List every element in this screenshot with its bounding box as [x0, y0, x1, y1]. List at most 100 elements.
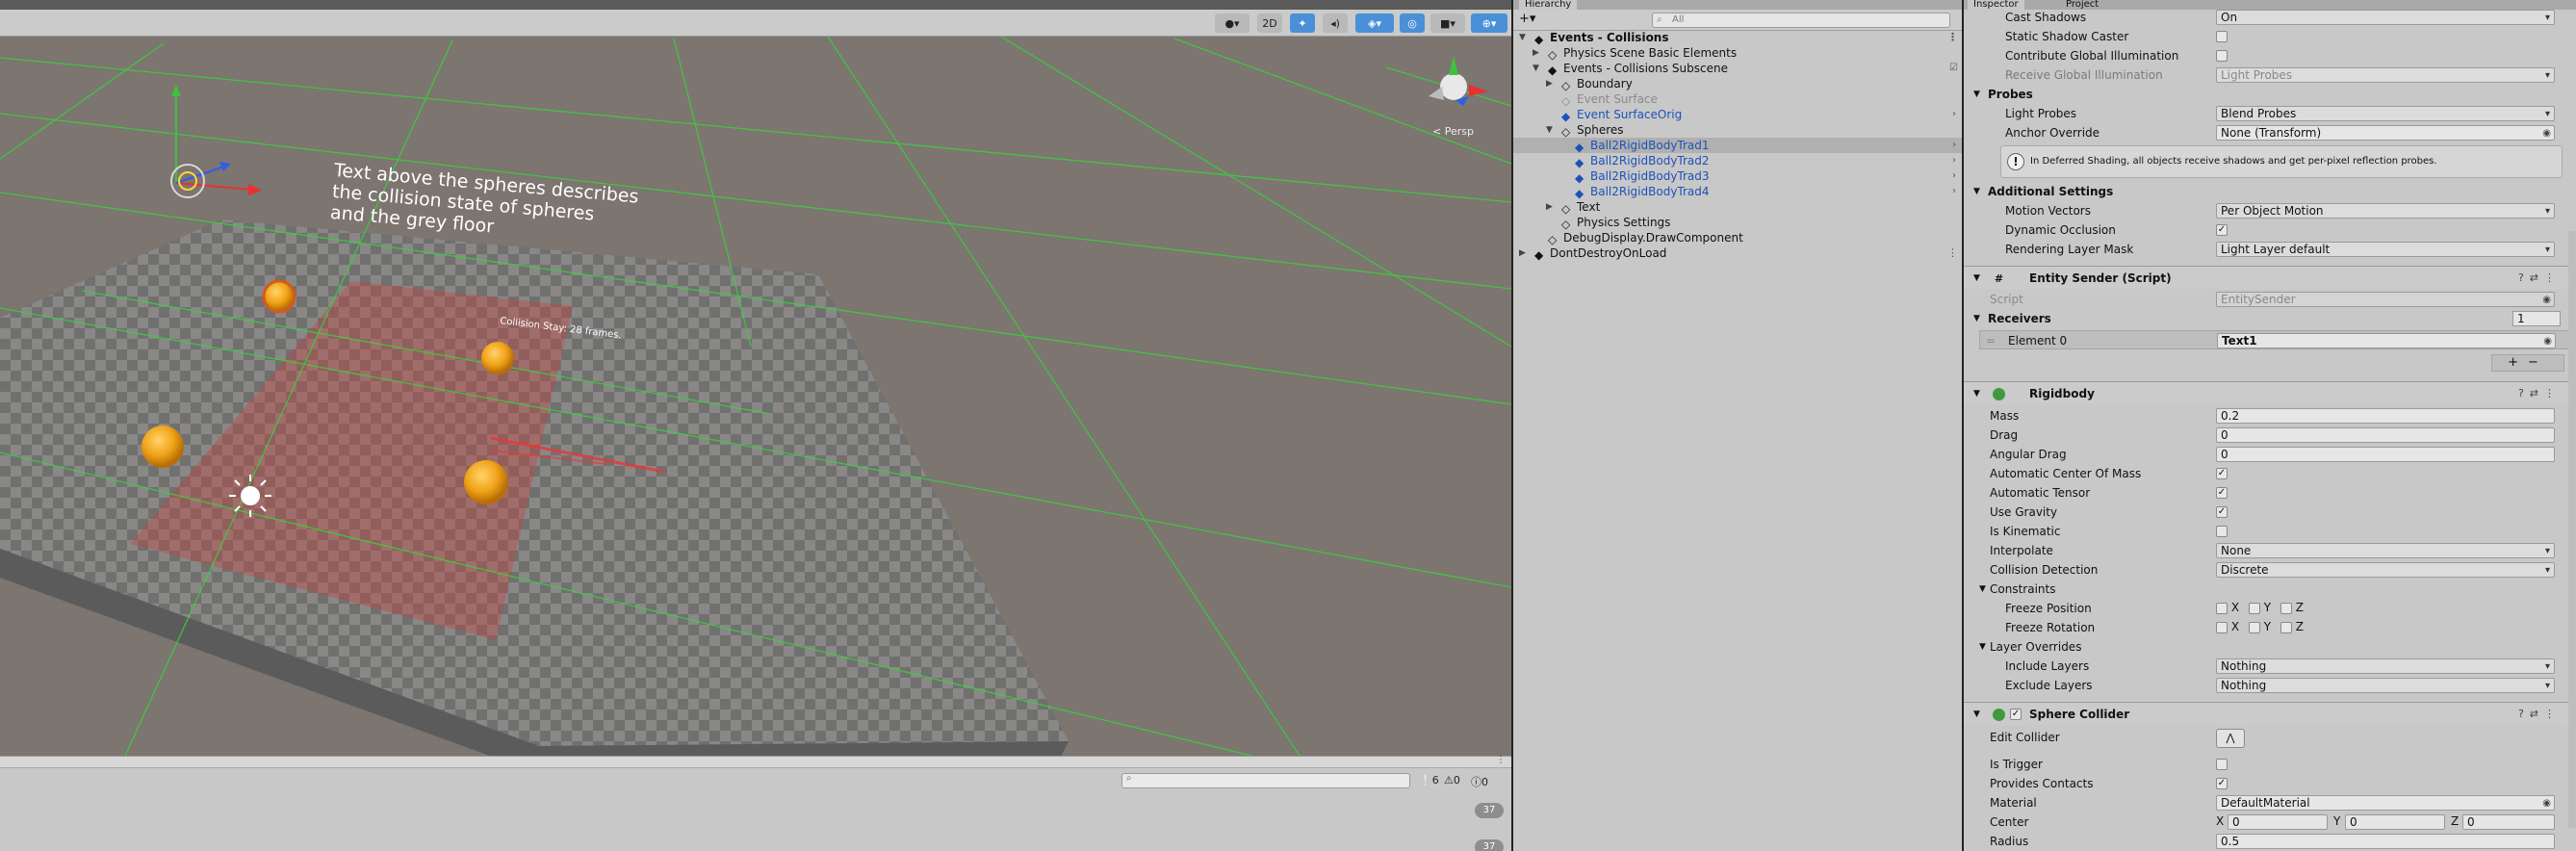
console-search-input[interactable]: ⌕: [1121, 773, 1410, 788]
lighting-toggle-button[interactable]: ✦: [1290, 13, 1315, 33]
hierarchy-item[interactable]: ◆ Event SurfaceOrig ›: [1513, 107, 1962, 123]
checkbox-icon[interactable]: ☑: [1949, 61, 1958, 76]
minus-icon[interactable]: −: [2528, 355, 2548, 370]
angular-drag-field[interactable]: 0: [2216, 447, 2555, 462]
chevron-right-icon[interactable]: ›: [1952, 138, 1956, 153]
drag-field[interactable]: 0: [2216, 427, 2555, 443]
hierarchy-item[interactable]: ◆ Ball2RigidBodyTrad3 ›: [1513, 168, 1962, 185]
element0-field[interactable]: Text1: [2217, 333, 2556, 348]
edit-collider-row: Edit Collider ⋀: [1964, 728, 2561, 751]
hierarchy-item[interactable]: ▼ ◇ Spheres: [1513, 122, 1962, 139]
more-options-icon[interactable]: ⋮: [1947, 245, 1958, 261]
audio-toggle-button[interactable]: ◂): [1323, 13, 1348, 33]
light-probes-dropdown[interactable]: Blend Probes: [2216, 106, 2555, 121]
hierarchy-item[interactable]: ◇ Physics Settings: [1513, 215, 1962, 231]
interpolate-row: Interpolate None: [1964, 541, 2561, 560]
info-icon: !: [2007, 153, 2024, 170]
exclude-layers-dropdown[interactable]: Nothing: [2216, 678, 2555, 693]
gameobject-icon: ◇: [1548, 233, 1558, 246]
dynamic-occlusion-checkbox[interactable]: ✓: [2216, 223, 2228, 236]
entity-sender-header[interactable]: ▼ # Entity Sender (Script) ?⇄⋮: [1964, 266, 2576, 289]
is-kinematic-checkbox[interactable]: [2216, 525, 2228, 537]
rendering-layer-dropdown[interactable]: Light Layer default: [2216, 242, 2555, 257]
probes-header[interactable]: ▼ Probes: [1964, 85, 2576, 104]
include-layers-dropdown[interactable]: Nothing: [2216, 658, 2555, 674]
chevron-right-icon[interactable]: ›: [1952, 168, 1956, 184]
hidden-objects-button[interactable]: ◎: [1400, 13, 1425, 33]
scene-canvas[interactable]: [0, 0, 1511, 756]
hierarchy-item[interactable]: ▶ ◇ Physics Scene Basic Elements: [1513, 45, 1962, 62]
sphere-ball-1: [262, 279, 296, 314]
freeze-position-y-checkbox[interactable]: [2248, 602, 2260, 614]
edit-collider-button[interactable]: ⋀: [2216, 729, 2245, 748]
material-field[interactable]: DefaultMaterial: [2216, 795, 2555, 811]
inspector-scrollbar[interactable]: [2568, 231, 2576, 828]
receive-gi-dropdown[interactable]: Light Probes: [2216, 67, 2555, 83]
radius-field[interactable]: 0.5: [2216, 834, 2555, 849]
hierarchy-item[interactable]: ◆ Ball2RigidBodyTrad2 ›: [1513, 153, 1962, 169]
contribute-gi-checkbox[interactable]: [2216, 49, 2228, 62]
hierarchy-item[interactable]: ▼ ◆ Events - Collisions ⋮: [1513, 30, 1962, 46]
freeze-rotation-x-checkbox[interactable]: [2216, 621, 2228, 633]
additional-settings-header[interactable]: ▼ Additional Settings: [1964, 182, 2576, 201]
hierarchy-item[interactable]: ◆ Ball2RigidBodyTrad1 ›: [1513, 138, 1962, 154]
anchor-override-row: Anchor Override None (Transform): [1964, 123, 2561, 142]
warning-count-badge[interactable]: ⚠0: [1444, 774, 1460, 787]
component-controls[interactable]: ?⇄⋮: [2518, 267, 2561, 290]
auto-tensor-checkbox[interactable]: ✓: [2216, 486, 2228, 499]
chevron-right-icon[interactable]: ›: [1952, 184, 1956, 199]
hierarchy-item[interactable]: ◇ Event Surface: [1513, 91, 1962, 108]
more-options-icon[interactable]: ⋮: [1947, 30, 1958, 45]
hierarchy-item[interactable]: ▼ ◆ Events - Collisions Subscene ☑: [1513, 61, 1962, 77]
hierarchy-item[interactable]: ▶ ◇ Boundary: [1513, 76, 1962, 92]
freeze-rotation-y-checkbox[interactable]: [2248, 621, 2260, 633]
2d-toggle-button[interactable]: 2D: [1257, 13, 1282, 33]
provides-contacts-checkbox[interactable]: ✓: [2216, 777, 2228, 789]
component-controls[interactable]: ?⇄⋮: [2518, 382, 2561, 405]
constraints-foldout[interactable]: ▼ Constraints: [1964, 580, 2576, 599]
motion-vectors-dropdown[interactable]: Per Object Motion: [2216, 203, 2555, 219]
anchor-override-field[interactable]: None (Transform): [2216, 125, 2555, 141]
chevron-right-icon[interactable]: ›: [1952, 153, 1956, 168]
interpolate-dropdown[interactable]: None: [2216, 543, 2555, 558]
sphere-collider-enabled-checkbox[interactable]: ✓: [2010, 709, 2022, 720]
rigidbody-header[interactable]: ▼ Rigidbody ?⇄⋮: [1964, 381, 2576, 404]
use-gravity-checkbox[interactable]: ✓: [2216, 505, 2228, 518]
hierarchy-search-input[interactable]: ⌕ All: [1652, 13, 1950, 28]
mass-field[interactable]: 0.2: [2216, 408, 2555, 424]
is-trigger-checkbox[interactable]: [2216, 758, 2228, 770]
center-x-field[interactable]: 0: [2228, 814, 2328, 830]
console-menu-icon[interactable]: ⋮: [1496, 755, 1506, 765]
center-y-field[interactable]: 0: [2345, 814, 2445, 830]
error-count-badge[interactable]: ⓘ0: [1471, 774, 1488, 789]
plus-icon[interactable]: +: [2508, 355, 2528, 370]
auto-com-checkbox[interactable]: ✓: [2216, 467, 2228, 479]
freeze-position-x-checkbox[interactable]: [2216, 602, 2228, 614]
cast-shadows-dropdown[interactable]: On: [2216, 10, 2555, 25]
tab-hierarchy[interactable]: Hierarchy: [1519, 0, 1578, 10]
static-shadow-caster-checkbox[interactable]: [2216, 30, 2228, 42]
camera-settings-button[interactable]: ■▾: [1430, 13, 1465, 33]
collision-detection-dropdown[interactable]: Discrete: [2216, 562, 2555, 578]
hierarchy-item[interactable]: ▶ ◆ DontDestroyOnLoad ⋮: [1513, 245, 1962, 262]
effects-toggle-button[interactable]: ◈▾: [1355, 13, 1394, 33]
list-add-remove-buttons[interactable]: +−: [2491, 354, 2564, 372]
add-object-button[interactable]: +▾: [1519, 12, 1535, 26]
layer-overrides-foldout[interactable]: ▼ Layer Overrides: [1964, 637, 2576, 657]
info-count-badge[interactable]: ❕6: [1419, 774, 1439, 787]
shading-mode-button[interactable]: ●▾: [1215, 13, 1249, 33]
freeze-rotation-z-checkbox[interactable]: [2280, 621, 2292, 633]
hierarchy-item[interactable]: ◇ DebugDisplay.DrawComponent: [1513, 230, 1962, 246]
chevron-right-icon[interactable]: ›: [1952, 107, 1956, 122]
scene-view[interactable]: Text above the spheres describes the col…: [0, 0, 1511, 756]
freeze-position-z-checkbox[interactable]: [2280, 602, 2292, 614]
persp-label[interactable]: < Persp: [1432, 125, 1474, 138]
gizmos-button[interactable]: ⊕▾: [1471, 13, 1507, 33]
receivers-header[interactable]: ▼ Receivers 1: [1964, 309, 2576, 328]
receivers-size-field[interactable]: 1: [2512, 311, 2561, 326]
component-controls[interactable]: ?⇄⋮: [2518, 703, 2561, 726]
hierarchy-item[interactable]: ▶ ◇ Text: [1513, 199, 1962, 216]
center-z-field[interactable]: 0: [2462, 814, 2555, 830]
hierarchy-item[interactable]: ◆ Ball2RigidBodyTrad4 ›: [1513, 184, 1962, 200]
sphere-collider-header[interactable]: ▼ ✓ Sphere Collider ?⇄⋮: [1964, 702, 2576, 725]
